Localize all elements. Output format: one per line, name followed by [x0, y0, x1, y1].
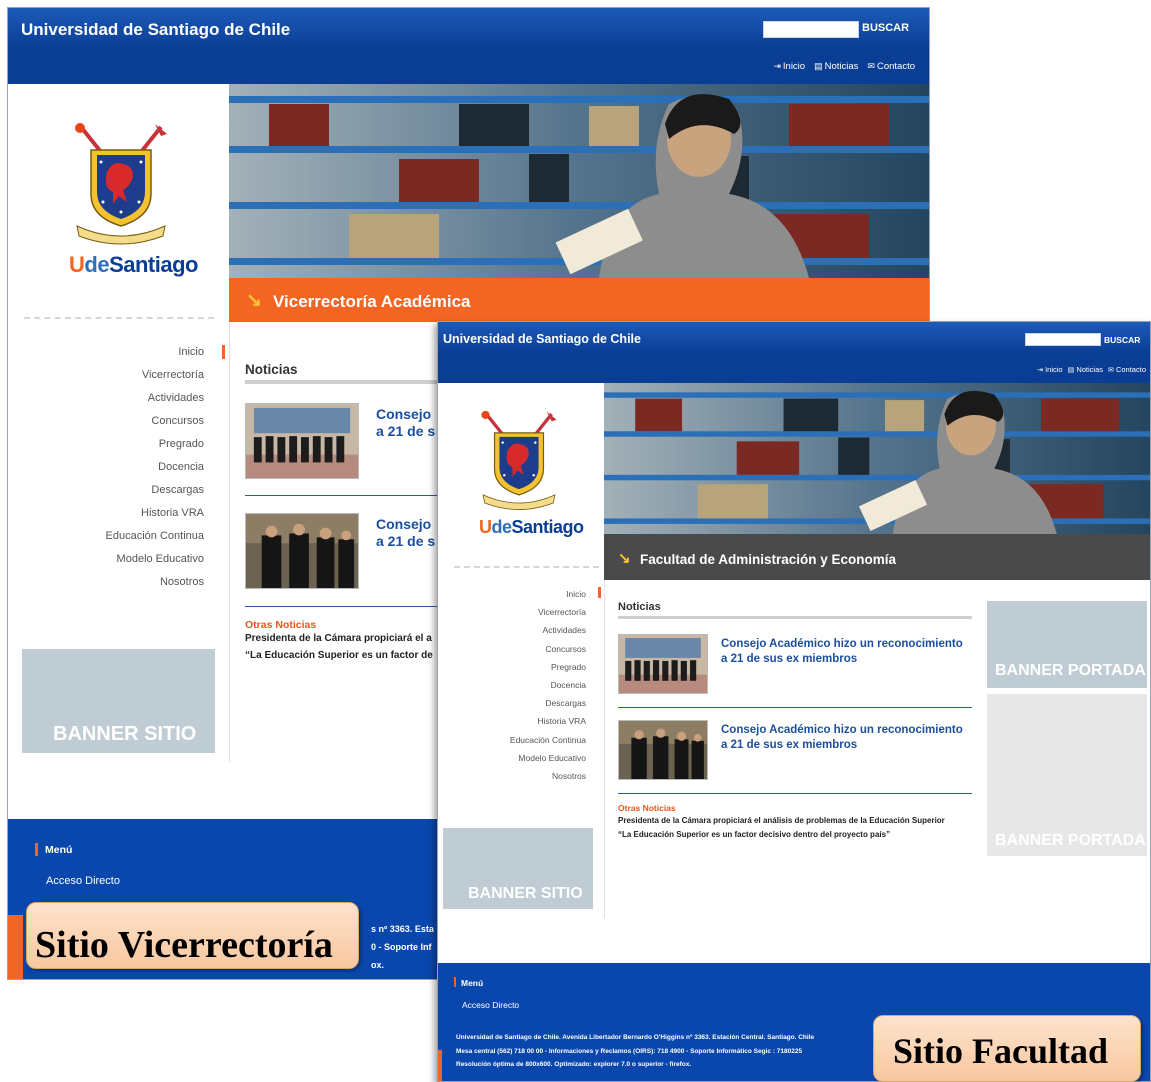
- news-title-1[interactable]: Consejo Académico hizo un reconocimiento…: [721, 637, 991, 666]
- footer-address: s nº 3363. Esta 0 - Soporte Inf ox.: [371, 924, 434, 970]
- top-header: Universidad de Santiago de Chile BUSCAR: [438, 322, 1150, 354]
- menu-item-docencia[interactable]: Docencia: [438, 676, 586, 694]
- menu-item-educacion-continua[interactable]: Educación Continua: [438, 731, 586, 749]
- enter-icon: ⇥: [773, 61, 781, 71]
- acceso-directo-link[interactable]: Acceso Directo: [462, 1000, 519, 1010]
- footer-menu-title: Menú: [453, 977, 484, 988]
- arrow-down-right-icon: ↘: [618, 550, 631, 567]
- banner-sitio[interactable]: BANNER SITIO: [443, 828, 593, 909]
- menu-item-concursos[interactable]: Concursos: [8, 410, 204, 433]
- menu-item-pregrado[interactable]: Pregrado: [8, 433, 204, 456]
- footer-menu-title: Menú: [34, 843, 73, 856]
- menu-item-vicerrectoria[interactable]: Vicerrectoría: [438, 603, 586, 621]
- menu-item-concursos[interactable]: Concursos: [438, 640, 586, 658]
- menu-item-historia-vra[interactable]: Historia VRA: [8, 502, 204, 525]
- section-title-bar: ↘ Vicerrectoría Académica: [229, 278, 929, 322]
- menu-item-inicio[interactable]: Inicio: [8, 341, 204, 364]
- menu-item-descargas[interactable]: Descargas: [438, 694, 586, 712]
- news-thumbnail-men-photo[interactable]: [245, 513, 359, 589]
- logo-area: UdeSantiago: [438, 383, 604, 563]
- otras-noticias-heading: Otras Noticias: [618, 803, 676, 813]
- composite-canvas: Universidad de Santiago de Chile BUSCAR …: [0, 0, 1151, 1082]
- menu-item-nosotros[interactable]: Nosotros: [438, 767, 586, 785]
- news-thumbnail-group-photo[interactable]: [245, 403, 359, 479]
- document-icon: ▤: [1067, 366, 1075, 374]
- footer-address: Universidad de Santiago de Chile. Avenid…: [456, 1034, 815, 1068]
- envelope-icon: ✉: [867, 61, 875, 71]
- news-divider: [618, 793, 972, 794]
- noticias-heading: Noticias: [245, 362, 298, 377]
- utility-nav: ⇥ Inicio ▤ Noticias ✉ Contacto: [8, 50, 929, 84]
- search-button[interactable]: BUSCAR: [862, 22, 909, 34]
- nav-link-inicio[interactable]: ⇥ Inicio: [1037, 365, 1062, 374]
- nav-link-contacto[interactable]: ✉ Contacto: [1108, 365, 1146, 374]
- heading-underline: [618, 616, 972, 619]
- university-crest-icon: [75, 123, 167, 245]
- news-divider: [618, 707, 972, 708]
- otras-noticia-link[interactable]: “La Educación Superior es un factor de: [245, 650, 433, 661]
- active-menu-indicator: [598, 587, 601, 598]
- search-button[interactable]: BUSCAR: [1104, 335, 1140, 345]
- university-title[interactable]: Universidad de Santiago de Chile: [21, 20, 290, 40]
- news-title-2[interactable]: Consejo Académico hizo un reconocimiento…: [721, 723, 991, 752]
- otras-noticias-heading: Otras Noticias: [245, 619, 317, 631]
- menu-item-actividades[interactable]: Actividades: [8, 387, 204, 410]
- sidebar-menu: Inicio Vicerrectoría Actividades Concurs…: [8, 341, 204, 594]
- footer-accent: [8, 915, 23, 979]
- sidebar-menu: Inicio Vicerrectoría Actividades Concurs…: [438, 585, 586, 785]
- logo-divider: [24, 317, 214, 319]
- otras-noticia-link[interactable]: “La Educación Superior es un factor deci…: [618, 830, 890, 839]
- column-divider: [229, 322, 230, 762]
- menu-item-vicerrectoria[interactable]: Vicerrectoría: [8, 364, 204, 387]
- envelope-icon: ✉: [1108, 366, 1114, 374]
- caption-sitio-vicerrectoria: Sitio Vicerrectoría: [26, 902, 359, 969]
- logo-area: UdeSantiago: [8, 84, 229, 318]
- nav-link-noticias[interactable]: ▤ Noticias: [1068, 365, 1103, 374]
- caption-sitio-facultad: Sitio Facultad: [873, 1015, 1141, 1082]
- menu-item-educacion-continua[interactable]: Educación Continua: [8, 525, 204, 548]
- library-hero-photo: [229, 84, 929, 278]
- logo-divider: [454, 566, 599, 568]
- noticias-heading: Noticias: [618, 601, 661, 613]
- otras-noticia-link[interactable]: Presidenta de la Cámara propiciará el a: [245, 633, 432, 644]
- udesantiago-logo-text: UdeSantiago: [479, 517, 584, 537]
- news-thumbnail-men-photo[interactable]: [618, 720, 708, 780]
- university-crest-icon: [481, 410, 557, 510]
- menu-item-historia-vra[interactable]: Historia VRA: [438, 712, 586, 730]
- menu-item-modelo-educativo[interactable]: Modelo Educativo: [438, 749, 586, 767]
- library-hero-photo: [604, 383, 1150, 534]
- menu-item-actividades[interactable]: Actividades: [438, 621, 586, 639]
- otras-noticia-link[interactable]: Presidenta de la Cámara propiciará el an…: [618, 816, 945, 825]
- nav-link-inicio[interactable]: ⇥ Inicio: [773, 61, 805, 72]
- section-title-bar: ↘ Facultad de Administración y Economía: [604, 534, 1150, 580]
- document-icon: ▤: [814, 61, 823, 71]
- top-header: Universidad de Santiago de Chile BUSCAR: [8, 8, 929, 50]
- search-input[interactable]: [1025, 333, 1101, 346]
- menu-item-descargas[interactable]: Descargas: [8, 479, 204, 502]
- column-divider: [604, 580, 605, 918]
- menu-item-docencia[interactable]: Docencia: [8, 456, 204, 479]
- enter-icon: ⇥: [1037, 366, 1044, 374]
- university-title[interactable]: Universidad de Santiago de Chile: [443, 332, 641, 346]
- banner-sitio[interactable]: BANNER SITIO: [22, 649, 215, 753]
- banner-portada[interactable]: BANNER PORTADA: [987, 694, 1147, 856]
- acceso-directo-link[interactable]: Acceso Directo: [46, 875, 120, 887]
- nav-link-noticias[interactable]: ▤ Noticias: [814, 61, 858, 72]
- news-thumbnail-group-photo[interactable]: [618, 634, 708, 694]
- active-menu-indicator: [222, 345, 225, 359]
- footer-accent: [438, 1050, 442, 1081]
- menu-item-inicio[interactable]: Inicio: [438, 585, 586, 603]
- arrow-down-right-icon: ↘: [246, 290, 262, 311]
- banner-portada[interactable]: BANNER PORTADA: [987, 601, 1147, 688]
- nav-link-contacto[interactable]: ✉ Contacto: [867, 61, 915, 72]
- menu-item-modelo-educativo[interactable]: Modelo Educativo: [8, 548, 204, 571]
- search-input[interactable]: [763, 21, 859, 38]
- udesantiago-logo-text: UdeSantiago: [69, 252, 198, 277]
- utility-nav: ⇥ Inicio ▤ Noticias ✉ Contacto: [438, 354, 1150, 383]
- menu-item-pregrado[interactable]: Pregrado: [438, 658, 586, 676]
- menu-item-nosotros[interactable]: Nosotros: [8, 571, 204, 594]
- facultad-site-screenshot: Universidad de Santiago de Chile BUSCAR …: [437, 321, 1151, 1082]
